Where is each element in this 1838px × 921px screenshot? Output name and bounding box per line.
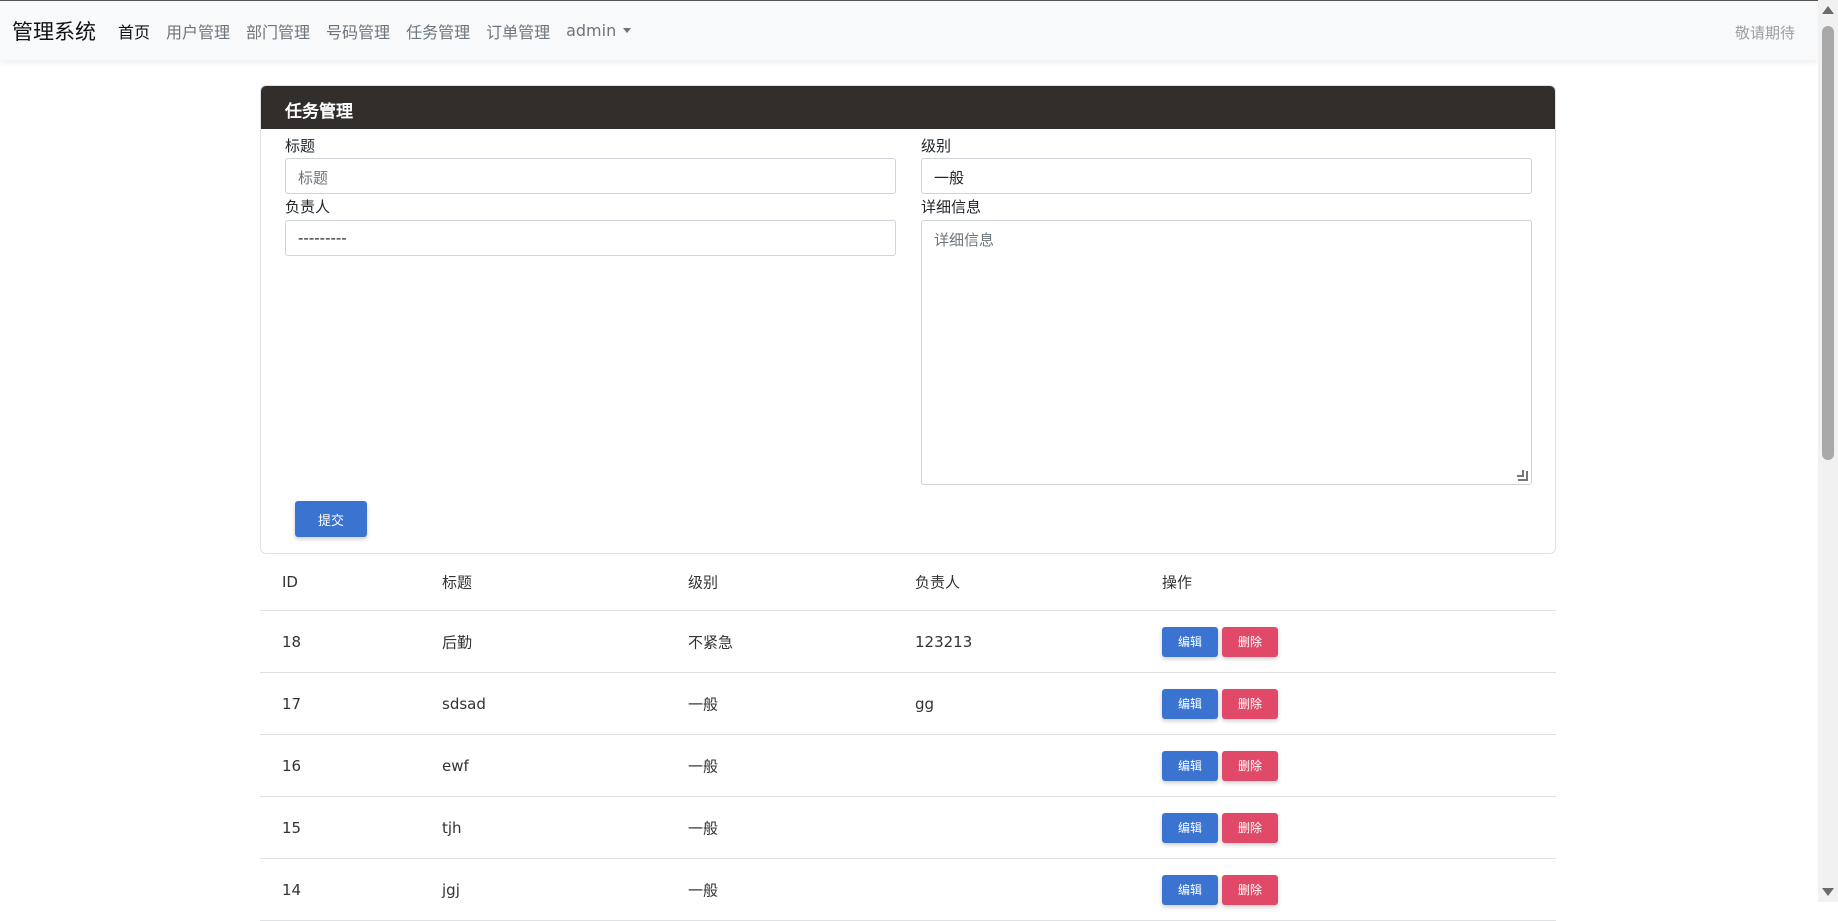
row-title: jgj	[442, 880, 460, 899]
nav-item-home[interactable]: 首页	[118, 19, 150, 43]
level-select[interactable]: 一般	[921, 158, 1532, 194]
table-row: 17 sdsad 一般 gg 编辑 删除	[260, 673, 1556, 735]
row-level: 不紧急	[688, 633, 734, 651]
row-id: 14	[282, 880, 302, 899]
nav-item-departments[interactable]: 部门管理	[246, 19, 310, 43]
title-input[interactable]: 标题	[285, 158, 896, 194]
resize-handle-icon[interactable]	[1517, 470, 1528, 481]
edit-button[interactable]: 编辑	[1162, 812, 1218, 843]
chevron-down-icon	[623, 28, 632, 33]
owner-label: 负责人	[285, 198, 331, 216]
header-owner: 负责人	[915, 573, 961, 592]
row-actions: 编辑 删除	[1162, 626, 1282, 657]
row-id: 16	[282, 756, 302, 775]
scroll-up-arrow-icon[interactable]	[1822, 6, 1834, 14]
page-scrollbar[interactable]	[1818, 0, 1838, 902]
delete-button[interactable]: 删除	[1222, 812, 1278, 843]
header-title: 标题	[442, 573, 473, 592]
row-owner: gg	[915, 694, 935, 713]
user-dropdown[interactable]: admin	[566, 21, 632, 40]
task-form-panel: 任务管理 标题 标题 级别 一般 负责人 --------- 详细信息 详细信息…	[260, 85, 1556, 554]
delete-button[interactable]: 删除	[1222, 626, 1278, 657]
table-row: 16 ewf 一般 编辑 删除	[260, 735, 1556, 797]
edit-button[interactable]: 编辑	[1162, 874, 1218, 905]
user-dropdown-label: admin	[566, 21, 617, 40]
header-actions: 操作	[1162, 573, 1193, 592]
delete-button[interactable]: 删除	[1222, 688, 1278, 719]
row-id: 18	[282, 632, 302, 651]
level-select-value: 一般	[934, 169, 965, 187]
detail-placeholder: 详细信息	[934, 231, 995, 249]
table-header: ID 标题 级别 负责人 操作	[260, 554, 1556, 611]
brand-title[interactable]: 管理系统	[12, 16, 96, 46]
row-actions: 编辑 删除	[1162, 688, 1282, 719]
row-owner: 123213	[915, 632, 973, 651]
delete-button[interactable]: 删除	[1222, 874, 1278, 905]
header-level: 级别	[688, 573, 719, 592]
nav-item-tasks[interactable]: 任务管理	[406, 19, 470, 43]
edit-button[interactable]: 编辑	[1162, 688, 1218, 719]
row-id: 15	[282, 818, 302, 837]
table-row: 15 tjh 一般 编辑 删除	[260, 797, 1556, 859]
table-row: 18 后勤 不紧急 123213 编辑 删除	[260, 611, 1556, 673]
edit-button[interactable]: 编辑	[1162, 626, 1218, 657]
row-level: 一般	[688, 757, 719, 775]
nav-item-numbers[interactable]: 号码管理	[326, 19, 390, 43]
level-label: 级别	[921, 137, 952, 155]
row-id: 17	[282, 694, 302, 713]
row-level: 一般	[688, 819, 719, 837]
title-label: 标题	[285, 137, 316, 155]
title-placeholder: 标题	[298, 169, 329, 187]
detail-label: 详细信息	[921, 198, 982, 216]
scroll-down-arrow-icon[interactable]	[1822, 888, 1834, 896]
submit-button[interactable]: 提交	[295, 501, 367, 537]
owner-select[interactable]: ---------	[285, 220, 896, 256]
nav-item-users[interactable]: 用户管理	[166, 19, 230, 43]
row-actions: 编辑 删除	[1162, 812, 1282, 843]
row-actions: 编辑 删除	[1162, 750, 1282, 781]
delete-button[interactable]: 删除	[1222, 750, 1278, 781]
detail-textarea[interactable]: 详细信息	[921, 220, 1532, 485]
nav-item-orders[interactable]: 订单管理	[486, 19, 550, 43]
nav-coming-soon[interactable]: 敬请期待	[1735, 22, 1795, 43]
row-actions: 编辑 删除	[1162, 874, 1282, 905]
row-level: 一般	[688, 881, 719, 899]
edit-button[interactable]: 编辑	[1162, 750, 1218, 781]
owner-select-value: ---------	[298, 229, 347, 247]
top-navbar: 管理系统 首页 用户管理 部门管理 号码管理 任务管理 订单管理 admin 敬…	[0, 0, 1818, 60]
row-title: ewf	[442, 756, 469, 775]
panel-title: 任务管理	[261, 86, 1555, 129]
task-table: ID 标题 级别 负责人 操作 18 后勤 不紧急 123213 编辑 删除 17…	[260, 554, 1556, 921]
scrollbar-thumb[interactable]	[1822, 26, 1834, 460]
row-title: 后勤	[442, 633, 473, 651]
table-row: 14 jgj 一般 编辑 删除	[260, 859, 1556, 921]
row-level: 一般	[688, 695, 719, 713]
row-title: tjh	[442, 818, 462, 837]
row-title: sdsad	[442, 694, 486, 713]
header-id: ID	[282, 573, 298, 591]
